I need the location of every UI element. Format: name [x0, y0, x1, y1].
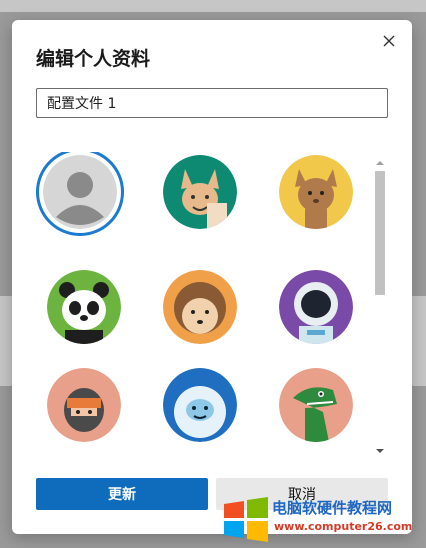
dialog-title: 编辑个人资料 — [36, 48, 151, 70]
background-panel-right — [412, 296, 426, 386]
scroll-up-arrow-icon[interactable] — [373, 154, 387, 166]
avatar-hedgehog[interactable] — [163, 270, 237, 344]
fox-icon — [163, 155, 237, 229]
profile-name-input[interactable] — [36, 88, 388, 118]
close-icon[interactable] — [380, 32, 398, 50]
avatar-default-person[interactable] — [43, 155, 117, 229]
cat-icon — [279, 155, 353, 229]
yeti-icon — [163, 368, 237, 442]
background-top-bar — [0, 0, 426, 12]
avatar-fox[interactable] — [163, 155, 237, 229]
avatar-panda[interactable] — [47, 270, 121, 344]
watermark-site-url: www.computer26.com — [274, 520, 413, 533]
avatar-cat[interactable] — [279, 155, 353, 229]
ninja-icon — [47, 368, 121, 442]
background-panel-left — [0, 296, 12, 386]
watermark: 电脑软硬件教程网 www.computer26.com — [222, 494, 426, 548]
astronaut-icon — [279, 270, 353, 344]
windows-logo-icon — [224, 497, 268, 542]
dinosaur-icon — [279, 368, 353, 442]
watermark-site-name: 电脑软硬件教程网 — [272, 499, 393, 517]
edit-profile-dialog: 编辑个人资料 配置文件 1 更新 取消 — [12, 20, 412, 534]
avatar-ninja[interactable] — [47, 368, 121, 442]
default-person-icon — [43, 155, 117, 229]
avatar-scrollbar[interactable] — [373, 154, 387, 454]
panda-icon — [47, 270, 121, 344]
scroll-down-arrow-icon[interactable] — [373, 442, 387, 454]
avatar-grid — [32, 152, 372, 454]
avatar-dinosaur[interactable] — [279, 368, 353, 442]
avatar-astronaut[interactable] — [279, 270, 353, 344]
avatar-yeti[interactable] — [163, 368, 237, 442]
scrollbar-thumb[interactable] — [375, 171, 385, 295]
update-button[interactable]: 更新 — [36, 478, 208, 510]
hedgehog-icon — [163, 270, 237, 344]
